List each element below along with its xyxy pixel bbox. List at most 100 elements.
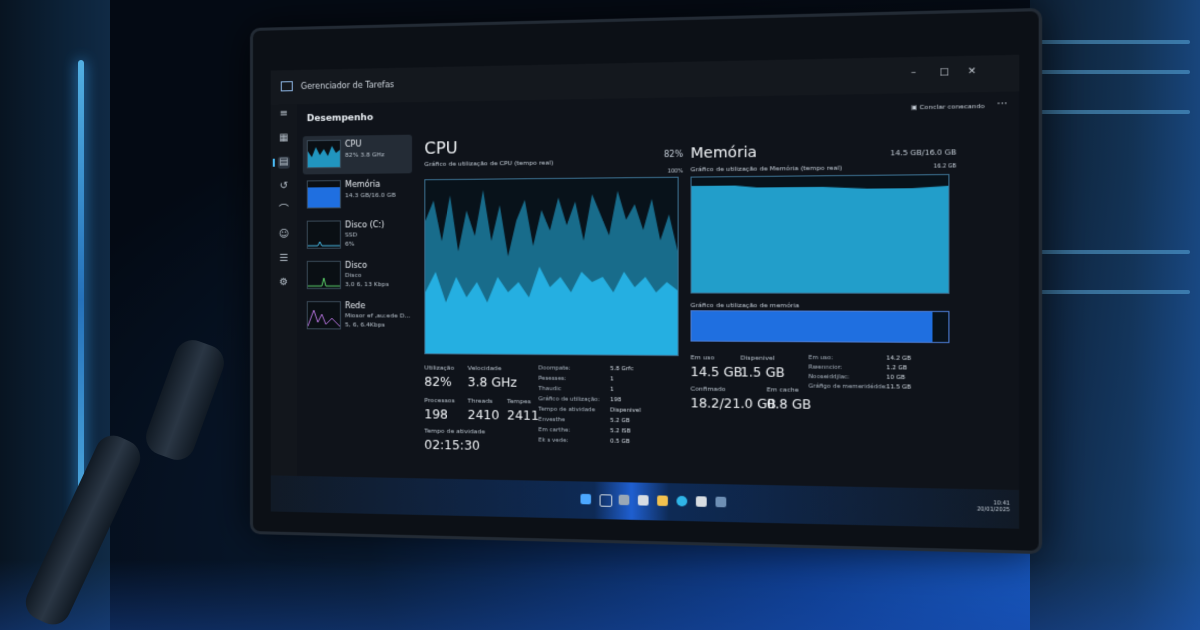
monitor-arm-upper (140, 335, 230, 465)
detail-key: Nooseiddjlac: (808, 373, 850, 381)
task-manager-icon (280, 81, 293, 92)
maximize-icon[interactable]: □ (939, 67, 949, 78)
cpu-chart-label: Gráfico de utilização de CPU (tempo real… (424, 159, 554, 169)
detail-value: 198 (610, 397, 622, 404)
network-cable (1040, 110, 1190, 114)
run-task-button[interactable]: ▣ Conclar conecando (911, 103, 985, 112)
list-item-network[interactable]: Rede Miosor ef ,au:ede D... 5, 6, 6.4Kbp… (303, 297, 412, 336)
detail-key: Doompate: (538, 365, 571, 372)
detail-key: Em carthe: (538, 427, 571, 434)
page-title: Desempenho (306, 112, 374, 125)
hamburger-menu-icon[interactable]: ≡ (278, 108, 290, 120)
tray-date: 20/01/2025 (976, 506, 1010, 514)
detail-value: 10 GB (886, 374, 906, 382)
list-item-name: Rede (344, 301, 366, 311)
detail-value: 5.2 ISB (610, 428, 631, 435)
app-history-icon[interactable]: ↺ (278, 181, 290, 193)
details-icon[interactable]: ☰ (278, 253, 290, 265)
edge-icon[interactable] (676, 495, 688, 507)
nav-rail: ≡ ▦ ▤ ↺ ⌒ ☺ ☰ ⚙ ⚙ (270, 104, 297, 501)
list-item-detail: Miosor ef ,au:ede D... (344, 312, 411, 320)
screen: Gerenciador de Tarefas – □ ✕ ≡ ▦ ▤ ↺ ⌒ ☺… (270, 54, 1020, 529)
list-item-disk[interactable]: Disco Disco 3,0 6, 13 Kbps (303, 257, 412, 296)
list-item-detail: 3,0 6, 13 Kbps (344, 281, 389, 289)
detail-key: Gráfigo de memeridédde: (808, 383, 888, 391)
minimize-icon[interactable]: – (911, 68, 916, 79)
utilization-value: 82% (424, 374, 452, 390)
detail-value: 1.2 GB (886, 365, 908, 372)
file-explorer-icon[interactable] (637, 495, 649, 506)
threads-label: Threads (467, 397, 493, 405)
detail-value: 1 (610, 376, 614, 383)
detail-key: Pesesses: (538, 375, 567, 383)
cpu-details: Doompate: 5.8 Grfc Pesesses: 1 Thaudic 1 Gráfi… (538, 365, 676, 450)
list-item-cpu[interactable]: CPU 82% 3.8 GHz (302, 134, 413, 175)
cached-value: 0.8 GB (766, 396, 812, 412)
list-item-detail: 14.3 GB/16.0 GB (344, 191, 396, 200)
performance-list: CPU 82% 3.8 GHz Memória 14.3 GB/16.0 GB … (302, 134, 413, 338)
task-view-icon[interactable] (618, 494, 630, 506)
network-cable (1040, 40, 1190, 44)
handles-value: 2411 (507, 408, 539, 424)
speed-value: 3.8 GHz (467, 375, 517, 390)
processes-label: Processos (424, 396, 455, 405)
folder-icon[interactable] (657, 495, 668, 507)
cpu-thumbnail (306, 139, 341, 169)
committed-value: 18.2/21.0 GB (690, 395, 777, 412)
system-tray[interactable]: 10:41 20/01/2025 (976, 500, 1010, 514)
disk-thumbnail (306, 220, 341, 249)
list-item-detail: 82% 3.8 GHz (344, 151, 385, 159)
detail-value: Dispenivel (610, 407, 641, 415)
more-options-button[interactable]: ··· (997, 98, 1008, 110)
list-item-memory[interactable]: Memória 14.3 GB/16.0 GB (303, 175, 412, 214)
users-icon[interactable]: ☺ (278, 229, 290, 241)
network-cable (1040, 250, 1190, 254)
memory-details: Em uso: 14.2 GB Rwenncior: 1.2 GB Nooseiddjl… (808, 355, 954, 399)
available-value: 1.5 GB (740, 364, 785, 381)
search-icon[interactable] (599, 494, 613, 507)
store-icon[interactable] (695, 496, 707, 507)
network-cable (1040, 70, 1190, 74)
network-cable (1040, 290, 1190, 294)
start-icon[interactable] (580, 493, 592, 505)
services-icon[interactable]: ⚙ (278, 277, 290, 289)
cpu-usage-chart (424, 176, 679, 357)
startup-apps-icon[interactable]: ⌒ (278, 205, 290, 217)
detail-value: 0.5 GB (610, 438, 630, 446)
list-item-name: Memória (344, 179, 381, 190)
uptime-label: Tempo de atividade (424, 427, 486, 436)
uptime-value: 02:15:30 (424, 437, 480, 453)
detail-key: Rwenncior: (808, 364, 843, 372)
taskbar: 10:41 20/01/2025 (270, 475, 1020, 529)
monitor: Gerenciador de Tarefas – □ ✕ ≡ ▦ ▤ ↺ ⌒ ☺… (250, 7, 1043, 555)
memory-usage-chart (690, 173, 950, 294)
memory-composition-label: Gráfico de utilização de memória (690, 301, 800, 310)
network-thumbnail (306, 301, 341, 330)
close-icon[interactable]: ✕ (968, 66, 977, 77)
processes-value: 198 (424, 407, 448, 422)
run-task-icon: ▣ (911, 103, 920, 112)
detail-key: Em uso: (808, 354, 833, 362)
list-item-disk-c[interactable]: Disco (C:) SSD 6% (303, 216, 412, 255)
available-label: Dispenivel (740, 354, 775, 363)
list-item-detail: 6% (344, 240, 355, 248)
cpu-scale: 100% (667, 168, 683, 175)
detail-key: Tempo de atividade (538, 406, 596, 414)
run-task-label: Conclar conecando (919, 102, 985, 112)
task-manager-taskbar-icon[interactable] (715, 496, 727, 508)
detail-key: Ek s vede: (538, 437, 569, 445)
in-use-label: Em uso (690, 354, 715, 362)
detail-value: 11.5 GB (886, 384, 912, 391)
cpu-panel: CPU Gráfico de utilização de CPU (tempo … (424, 135, 683, 453)
performance-icon[interactable]: ▤ (277, 156, 290, 169)
list-item-detail: SSD (344, 231, 358, 239)
in-use-value: 14.5 GB (690, 364, 743, 380)
cpu-percent: 82% (663, 149, 683, 160)
memory-usage-graph (691, 183, 949, 293)
threads-value: 2410 (467, 407, 500, 423)
processes-icon[interactable]: ▦ (278, 132, 290, 144)
memory-panel: Memória Gráfico de utilização de Memória… (690, 142, 956, 412)
disk-thumbnail (306, 260, 341, 290)
floor-glow (0, 560, 1200, 630)
list-item-detail: 5, 6, 6.4Kbps (344, 321, 385, 329)
